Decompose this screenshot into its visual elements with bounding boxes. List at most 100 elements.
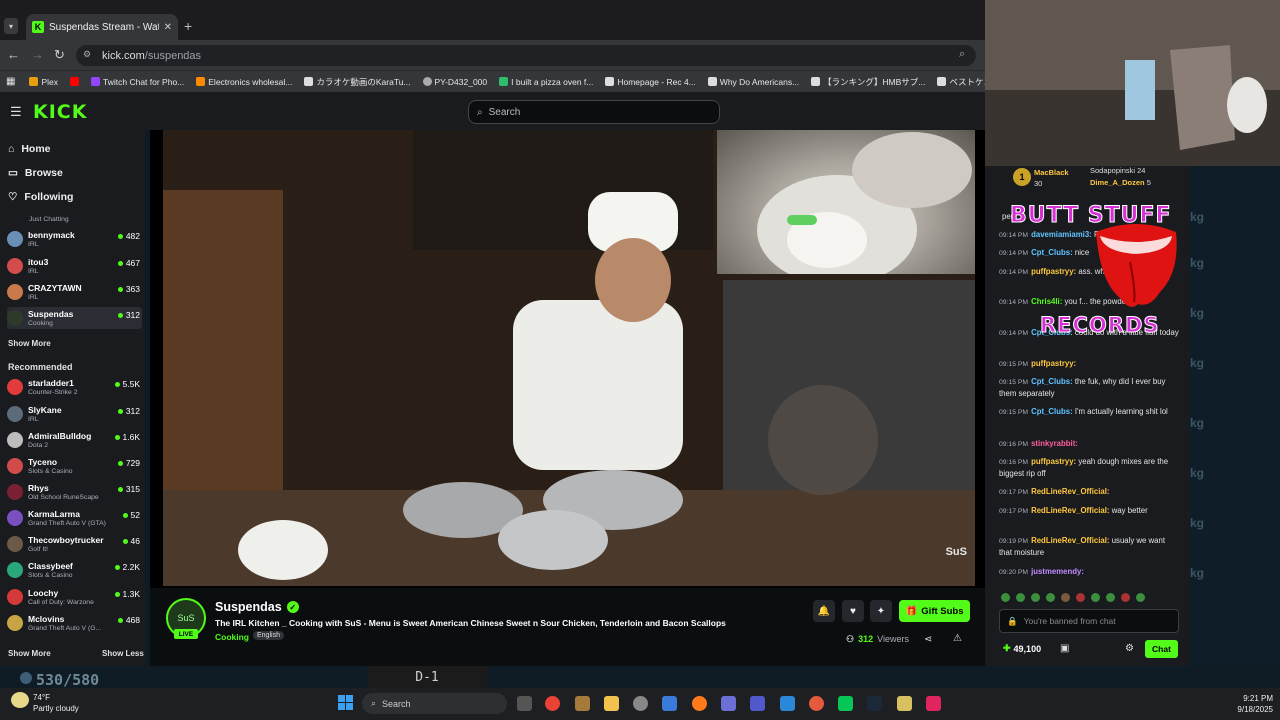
chat-username[interactable]: RedLineRev_Official: bbox=[1031, 487, 1109, 496]
recommended-channel[interactable]: starladder1 Counter-Strike 2 5.5K bbox=[7, 376, 142, 398]
chat-username[interactable]: puffpastryy: bbox=[1031, 457, 1076, 466]
url-input[interactable]: kick.com/suspendas bbox=[76, 45, 976, 66]
emote-icon[interactable] bbox=[1046, 592, 1055, 602]
file-explorer-icon[interactable] bbox=[604, 696, 619, 711]
taskbar-search[interactable]: ⌕ Search bbox=[362, 693, 507, 714]
kick-logo[interactable]: KICK bbox=[33, 101, 87, 123]
following-channel[interactable]: bennymack IRL 482 bbox=[7, 228, 142, 250]
chat-username[interactable]: davemiamiami3: bbox=[1031, 230, 1092, 239]
nav-home[interactable]: ⌂ Home bbox=[8, 143, 51, 155]
chrome-icon[interactable] bbox=[545, 696, 560, 711]
bookmark-6[interactable]: I built a pizza oven f... bbox=[499, 77, 593, 87]
task-view-icon[interactable] bbox=[517, 696, 532, 711]
following-channel[interactable]: itou3 IRL 467 bbox=[7, 255, 142, 277]
following-channel-active[interactable]: Suspendas Cooking 312 bbox=[7, 307, 142, 329]
recommended-channel[interactable]: SlyKane IRL 312 bbox=[7, 403, 142, 425]
settings-gear-icon[interactable]: ⚙ bbox=[1125, 643, 1134, 654]
bookmark-2[interactable]: Twitch Chat for Pho... bbox=[91, 77, 184, 87]
menu-hamburger-icon[interactable]: ☰ bbox=[10, 104, 22, 120]
sparkle-icon[interactable]: ✦ bbox=[870, 600, 892, 622]
search-input[interactable]: ⌕ Search bbox=[468, 100, 720, 124]
bookmark-0[interactable]: Plex bbox=[29, 77, 58, 87]
chat-send-button[interactable]: Chat bbox=[1145, 640, 1178, 658]
emote-icon[interactable] bbox=[1076, 592, 1085, 602]
emote-icon[interactable] bbox=[1121, 592, 1130, 602]
chat-username[interactable]: puffpastryy: bbox=[1031, 359, 1076, 368]
app-icon[interactable] bbox=[721, 696, 736, 711]
nav-following[interactable]: ♡ Following bbox=[8, 191, 73, 203]
gift-subs-button[interactable]: 🎁 Gift Subs bbox=[899, 600, 970, 622]
bookmark-5[interactable]: PY-D432_000 bbox=[422, 77, 487, 87]
emote-icon[interactable] bbox=[1061, 592, 1070, 602]
channel-points[interactable]: ✚ 49,100 bbox=[1003, 643, 1041, 654]
app-icon[interactable] bbox=[926, 696, 941, 711]
zoom-icon[interactable]: ⌕ bbox=[959, 48, 965, 61]
steam-icon[interactable] bbox=[867, 696, 882, 711]
line-icon[interactable] bbox=[838, 696, 853, 711]
chat-username[interactable]: Cpt_Clubs: bbox=[1031, 407, 1073, 416]
recommended-channel[interactable]: Tyceno Slots & Casino 729 bbox=[7, 455, 142, 477]
recommended-channel[interactable]: Classybeef Slots & Casino 2.2K bbox=[7, 559, 142, 581]
chat-username[interactable]: RedLineRev_Official: bbox=[1031, 536, 1109, 545]
recommended-channel[interactable]: Thecowboytrucker Golf It! 46 bbox=[7, 533, 142, 555]
chat-input[interactable]: 🔒 You're banned from chat bbox=[999, 609, 1179, 633]
bookmark-10[interactable]: ベストケンコー | 公式... bbox=[937, 76, 985, 88]
tab-list-button[interactable]: ▾ bbox=[4, 18, 18, 34]
emote-icon[interactable] bbox=[1136, 592, 1145, 602]
apps-grid-icon[interactable]: ▦ bbox=[6, 76, 15, 87]
bookmark-9[interactable]: 【ランキング】HMBサプ... bbox=[811, 76, 925, 88]
bookmark-3[interactable]: Electronics wholesal... bbox=[196, 77, 292, 87]
app-icon[interactable] bbox=[780, 696, 795, 711]
weather-widget[interactable]: 74°F Partly cloudy bbox=[33, 692, 79, 714]
emote-icon[interactable] bbox=[1031, 592, 1040, 602]
reload-icon[interactable]: ↻ bbox=[54, 47, 65, 63]
chat-username[interactable]: Chris4li: bbox=[1031, 297, 1062, 306]
taskbar-clock[interactable]: 9:21 PM 9/18/2025 bbox=[1218, 693, 1273, 715]
streamer-name[interactable]: Suspendas ✓ bbox=[215, 600, 299, 614]
site-info-icon[interactable]: ⚙ bbox=[83, 49, 91, 60]
chat-username[interactable]: Cpt_Clubs: bbox=[1031, 377, 1073, 386]
bookmark-8[interactable]: Why Do Americans... bbox=[707, 77, 799, 87]
emote-icon[interactable] bbox=[1106, 592, 1115, 602]
recommended-channel[interactable]: Loochy Call of Duty: Warzone 1.3K bbox=[7, 586, 142, 608]
browser-tab-active[interactable]: K Suspendas Stream - Watch Live ✕ bbox=[26, 14, 178, 40]
new-tab-button[interactable]: + bbox=[184, 18, 192, 34]
chat-username[interactable]: RedLineRev_Official: bbox=[1031, 506, 1109, 515]
emote-icon[interactable] bbox=[1091, 592, 1100, 602]
emote-icon[interactable] bbox=[1016, 592, 1025, 602]
emote-icon[interactable] bbox=[1001, 592, 1010, 602]
notification-bell-icon[interactable]: 🔔 bbox=[813, 600, 835, 622]
stream-category[interactable]: Cooking bbox=[215, 632, 249, 642]
chat-username[interactable]: justmemendy: bbox=[1031, 567, 1084, 576]
app-icon[interactable] bbox=[575, 696, 590, 711]
chat-username[interactable]: Cpt_Clubs: bbox=[1031, 248, 1073, 257]
windows-start-icon[interactable] bbox=[338, 695, 353, 710]
share-icon[interactable]: ⋖ bbox=[924, 634, 932, 645]
bookmark-7[interactable]: Homepage - Rec 4... bbox=[605, 77, 696, 87]
app-icon[interactable] bbox=[897, 696, 912, 711]
recommended-channel[interactable]: AdmiralBulldog Dota 2 1.6K bbox=[7, 429, 142, 451]
forward-arrow-icon[interactable]: → bbox=[31, 47, 44, 62]
show-more-following[interactable]: Show More bbox=[8, 339, 51, 348]
follow-heart-icon[interactable]: ♥ bbox=[842, 600, 864, 622]
teams-icon[interactable] bbox=[750, 696, 765, 711]
recommended-channel[interactable]: Rhys Old School RuneScape 315 bbox=[7, 481, 142, 503]
chat-username[interactable]: puffpastryy: bbox=[1031, 267, 1076, 276]
show-less-button[interactable]: Show Less bbox=[102, 649, 144, 658]
following-channel[interactable]: CRAZYTAWN IRL 363 bbox=[7, 281, 142, 303]
nav-browse[interactable]: ▭ Browse bbox=[8, 167, 63, 179]
language-tag[interactable]: English bbox=[253, 631, 284, 640]
bookmark-1[interactable] bbox=[70, 77, 79, 86]
report-warning-icon[interactable]: ⚠ bbox=[953, 633, 962, 644]
back-arrow-icon[interactable]: ← bbox=[7, 47, 20, 62]
show-more-recommended[interactable]: Show More bbox=[8, 649, 51, 658]
app-icon[interactable] bbox=[662, 696, 677, 711]
recommended-channel[interactable]: Mclovins Grand Theft Auto V (G... 468 bbox=[7, 612, 142, 634]
app-icon[interactable] bbox=[809, 696, 824, 711]
chat-username[interactable]: stinkyrabbit: bbox=[1031, 439, 1078, 448]
app-icon[interactable] bbox=[633, 696, 648, 711]
recommended-channel[interactable]: KarmaLarma Grand Theft Auto V (GTA) 52 bbox=[7, 507, 142, 529]
close-tab-icon[interactable]: ✕ bbox=[164, 22, 172, 33]
gift-box-icon[interactable]: ▣ bbox=[1060, 643, 1069, 654]
bookmark-4[interactable]: カラオケ動画のKaraTu... bbox=[304, 76, 411, 88]
